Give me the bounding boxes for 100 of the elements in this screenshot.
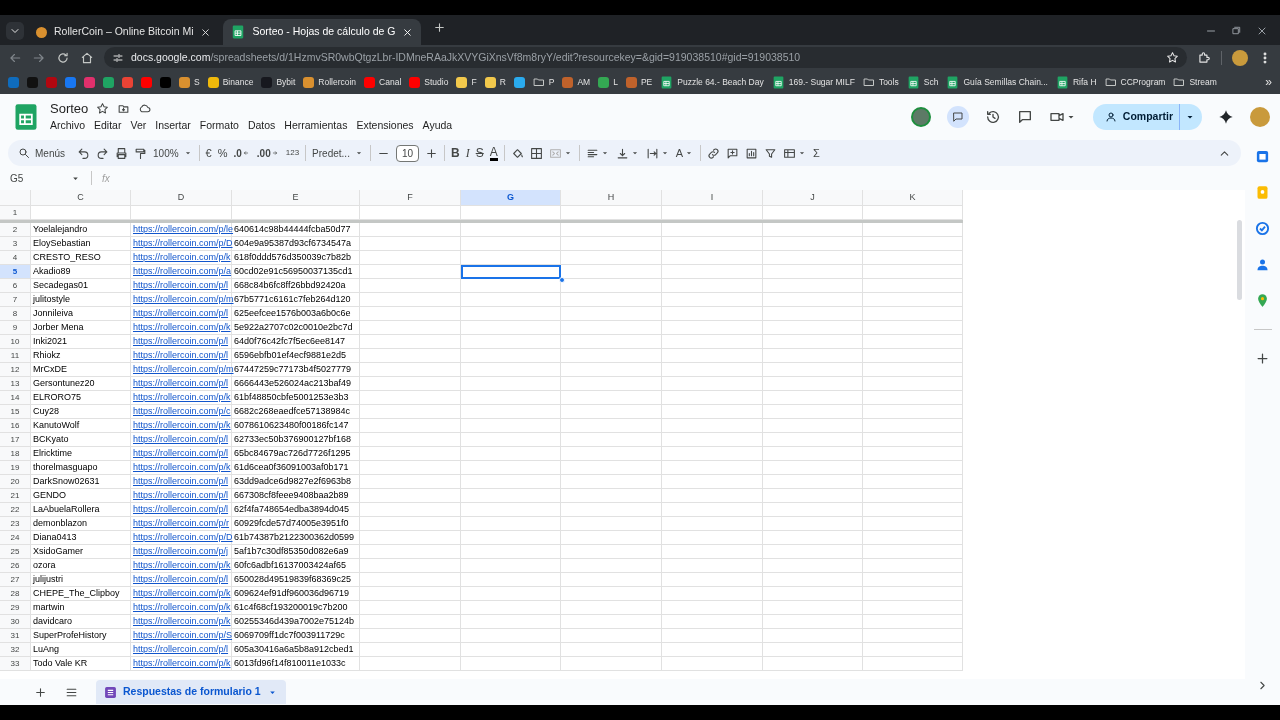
bookmark[interactable]: Rifa H <box>1055 75 1097 89</box>
menu-search[interactable]: Menús <box>18 145 71 161</box>
row-header[interactable]: 13 <box>0 377 31 391</box>
format-button[interactable]: Σ <box>813 144 820 162</box>
column-header[interactable]: G <box>461 190 561 206</box>
row-header[interactable]: 8 <box>0 307 31 321</box>
paint-roller-icon[interactable] <box>134 146 147 160</box>
name-box[interactable]: G5 <box>10 170 60 186</box>
bold-button[interactable]: B <box>451 144 460 162</box>
browser-tab[interactable]: RollerCoin – Online Bitcoin Mi <box>28 19 220 45</box>
site-icon[interactable] <box>141 76 152 88</box>
row-header[interactable]: 5 <box>0 265 31 279</box>
site-icon[interactable] <box>103 76 114 88</box>
site-icon[interactable] <box>513 76 525 88</box>
fill-handle[interactable] <box>559 277 565 283</box>
site-info-icon[interactable] <box>112 51 124 64</box>
column-header[interactable]: F <box>360 190 461 206</box>
text-rotation-button[interactable]: A <box>675 144 695 162</box>
row-header[interactable]: 33 <box>0 657 31 671</box>
column-header[interactable]: H <box>561 190 662 206</box>
bookmark[interactable]: F <box>456 75 477 89</box>
filter-icon[interactable] <box>764 146 778 160</box>
row-header[interactable]: 2 <box>0 223 31 237</box>
move-icon[interactable] <box>117 102 131 116</box>
profile-avatar[interactable] <box>1232 49 1248 66</box>
bookmark[interactable]: Studio <box>409 75 449 89</box>
chart-icon[interactable] <box>745 146 759 160</box>
site-icon[interactable] <box>122 76 133 88</box>
link-icon[interactable] <box>707 146 721 160</box>
collaborator-avatar[interactable] <box>910 106 931 127</box>
restore-icon[interactable] <box>1231 25 1242 36</box>
sheet-tab[interactable]: Respuestas de formulario 1 <box>96 680 286 704</box>
align-bottom-icon[interactable] <box>615 146 629 160</box>
row-header[interactable]: 23 <box>0 517 31 531</box>
bookmark[interactable]: Sch <box>906 75 939 89</box>
row-header[interactable]: 32 <box>0 643 31 657</box>
close-icon[interactable] <box>402 26 414 38</box>
close-icon[interactable] <box>1256 25 1268 37</box>
row-header[interactable]: 14 <box>0 391 31 405</box>
row-header[interactable]: 7 <box>0 293 31 307</box>
address-bar[interactable]: docs.google.com/spreadsheets/d/1HzmvSR0wbQtgzLbr-IDMneRAaJkXVYGiXnsVf8m8ryY/edit?resourcekey=&gid=919038510#gid=919038510 <box>104 47 1187 68</box>
column-header[interactable]: J <box>763 190 863 206</box>
link[interactable]: https://rollercoin.com/p/l <box>133 574 229 584</box>
menu-item[interactable]: Insertar <box>155 118 191 135</box>
paint-bucket-icon[interactable] <box>510 146 524 160</box>
site-icon[interactable] <box>65 76 76 88</box>
row-header[interactable]: 29 <box>0 601 31 615</box>
text-wrap-icon[interactable] <box>645 146 659 160</box>
link[interactable]: https://rollercoin.com/p/a <box>133 266 232 276</box>
more-bookmarks[interactable]: » <box>1265 73 1272 91</box>
link[interactable]: https://rollercoin.com/p/j <box>133 546 229 556</box>
menu-item[interactable]: Ver <box>130 118 147 135</box>
document-title[interactable]: Sorteo <box>50 98 89 119</box>
map-pin-icon[interactable] <box>1255 293 1270 308</box>
link[interactable]: https://rollercoin.com/p/k <box>133 588 231 598</box>
link[interactable]: https://rollercoin.com/p/k <box>133 462 231 472</box>
row-header[interactable]: 6 <box>0 279 31 293</box>
link[interactable]: https://rollercoin.com/p/l <box>133 476 229 486</box>
bookmark[interactable]: Binance <box>207 75 254 89</box>
row-header[interactable]: 18 <box>0 447 31 461</box>
add-sheet-icon[interactable] <box>34 685 47 699</box>
link[interactable]: https://rollercoin.com/p/D <box>133 532 233 542</box>
menu-item[interactable]: Ayuda <box>422 118 453 135</box>
bookmark[interactable]: Stream <box>1173 75 1217 89</box>
menu-item[interactable]: Editar <box>94 118 122 135</box>
link[interactable]: https://rollercoin.com/p/k <box>133 616 231 626</box>
italic-button[interactable]: I <box>465 144 470 162</box>
star-icon[interactable] <box>96 102 110 116</box>
link[interactable]: https://rollercoin.com/p/m <box>133 364 234 374</box>
plus-icon[interactable] <box>425 146 439 160</box>
site-icon[interactable] <box>84 76 95 88</box>
link[interactable]: https://rollercoin.com/p/l <box>133 280 229 290</box>
column-header[interactable]: D <box>131 190 232 206</box>
bookmark[interactable]: S <box>179 75 200 89</box>
row-header[interactable]: 9 <box>0 321 31 335</box>
row-header[interactable]: 19 <box>0 461 31 475</box>
link[interactable]: https://rollercoin.com/p/l <box>133 378 229 388</box>
row-header[interactable]: 31 <box>0 629 31 643</box>
new-tab-icon[interactable] <box>433 21 447 35</box>
print-icon[interactable] <box>115 146 128 160</box>
bookmark[interactable]: L <box>598 75 618 89</box>
link[interactable]: https://rollercoin.com/p/k <box>133 420 231 430</box>
link[interactable]: https://rollercoin.com/p/l <box>133 448 229 458</box>
column-header[interactable]: K <box>863 190 963 206</box>
home-icon[interactable] <box>80 50 94 65</box>
link[interactable]: https://rollercoin.com/p/k <box>133 392 231 402</box>
row-header[interactable]: 24 <box>0 531 31 545</box>
link[interactable]: https://rollercoin.com/p/c <box>133 406 231 416</box>
bookmark[interactable]: Tools <box>862 75 899 89</box>
link[interactable]: https://rollercoin.com/p/l <box>133 308 229 318</box>
link[interactable]: https://rollercoin.com/p/r <box>133 518 230 528</box>
extensions-icon[interactable] <box>1197 50 1211 65</box>
chat-icon[interactable] <box>946 105 969 128</box>
menu-item[interactable]: Archivo <box>50 118 85 135</box>
text-color-button[interactable]: A <box>489 145 498 161</box>
strike-button[interactable]: S <box>475 144 484 162</box>
link[interactable]: https://rollercoin.com/p/l <box>133 504 229 514</box>
scrollbar[interactable] <box>1237 220 1242 300</box>
row-header[interactable]: 21 <box>0 489 31 503</box>
link[interactable]: https://rollercoin.com/p/l <box>133 336 229 346</box>
